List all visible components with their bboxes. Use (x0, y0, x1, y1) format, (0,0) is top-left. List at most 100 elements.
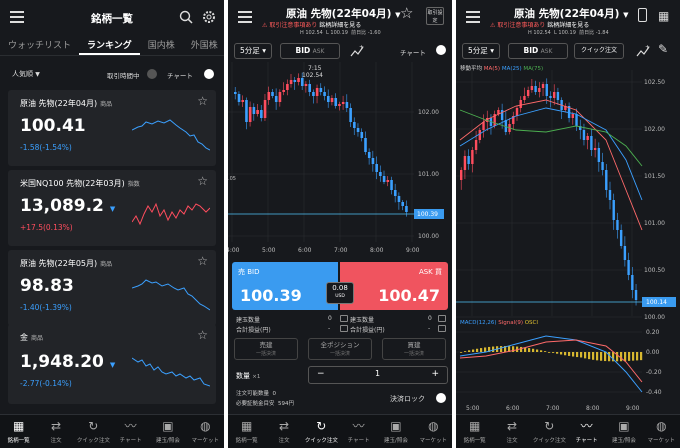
candle (367, 152, 371, 158)
sell-pnl-checkbox[interactable] (340, 325, 348, 332)
nav-quick-order[interactable]: ↻ クイック注文 (531, 415, 568, 448)
nav-watchlist[interactable]: ▦ 銘柄一覧 (456, 415, 493, 448)
last-price-label: 100.39 (417, 211, 438, 218)
y-tick-label: 101.00 (644, 220, 665, 227)
nav-quick-order[interactable]: ↻ クイック注文 (75, 415, 112, 448)
instrument-price: 1,948.20 ▼ (20, 352, 116, 372)
trade-settings-button[interactable]: 取引設定 (426, 7, 444, 25)
price-chart[interactable]: 102.00 101.00 100.00 4:00 5:00 6:00 7:00 8:00 9:… (228, 62, 452, 258)
sort-filter[interactable]: 人気順 ▼ (12, 69, 40, 79)
plus-button[interactable]: + (431, 369, 439, 379)
nav-positions[interactable]: ▣ 建玉/照会 (149, 415, 186, 448)
nav-watchlist[interactable]: ▦ 銘柄一覧 (0, 415, 37, 448)
star-icon[interactable]: ☆ (197, 254, 208, 268)
nav-positions[interactable]: ▣ 建玉/照会 (377, 415, 414, 448)
instrument-change: -2.77(-0.14%) (20, 379, 72, 388)
pencil-icon[interactable]: ✎ (658, 42, 668, 56)
star-icon[interactable]: ☆ (400, 4, 413, 22)
candle (271, 92, 274, 96)
sell-button[interactable]: 売 BID 100.39 (232, 262, 338, 310)
osci-bar (544, 351, 547, 352)
nav-chart[interactable]: 〰チャート (340, 415, 377, 448)
osci-bar (568, 352, 571, 356)
svg-text:+: + (359, 44, 364, 51)
instrument-card[interactable]: 原油 先物(22年04月) 商品 ☆ 100.41 -1.58(-1.54%) (8, 90, 216, 166)
osci-bar (548, 352, 551, 353)
buy-checkbox[interactable] (438, 315, 446, 322)
bid-ask-switch[interactable]: BID ASK (508, 43, 568, 59)
nav-order[interactable]: ⇄ 注文 (493, 415, 530, 448)
close-buy-button[interactable]: 買建 一括決済 (382, 338, 446, 360)
macd-line (459, 335, 643, 393)
nav-market[interactable]: ◍ マーケット (187, 415, 224, 448)
star-icon[interactable]: ☆ (197, 328, 208, 342)
star-icon[interactable]: ☆ (197, 94, 208, 108)
sell-checkbox[interactable] (340, 315, 348, 322)
buy-pnl-checkbox[interactable] (438, 325, 446, 332)
instrument-card[interactable]: 原油 先物(22年05月) 商品 ☆ 98.83 -1.40(-1.39%) (8, 250, 216, 326)
tab-ranking[interactable]: ランキング (79, 36, 140, 55)
close-all-button[interactable]: 全ポジション 一括決済 (308, 338, 372, 360)
caret-down-icon: ▼ (109, 361, 116, 369)
caution-notice[interactable]: ⚠ 取引注意事項あり 銘柄詳細を見る (490, 20, 589, 29)
osci-bar (484, 347, 487, 352)
menu-icon[interactable] (238, 11, 252, 23)
indicator-icon[interactable]: + (350, 44, 364, 58)
nav-order[interactable]: ⇄ 注文 (37, 415, 74, 448)
instrument-card[interactable]: 金商品 ☆ 1,948.20 ▼ -2.77(-0.14%) (8, 324, 216, 404)
trading-hours-toggle[interactable] (147, 69, 157, 79)
nav-order[interactable]: ⇄ 注文 (265, 415, 302, 448)
quick-icon: ↻ (88, 419, 99, 433)
tab-foreign[interactable]: 外国株 (183, 36, 224, 55)
osci-bar (628, 352, 631, 361)
quantity-stepper[interactable]: − 1 + (308, 366, 448, 384)
buy-button[interactable]: ASK 買 100.47 (340, 262, 448, 310)
instrument-card[interactable]: 米国NQ100 先物(22年03月) 指数 ☆ 13,089.2 ▼ +17.5(… (8, 170, 216, 246)
globe-icon: ◍ (200, 419, 211, 433)
tab-watchlist[interactable]: ウォッチリスト (0, 36, 79, 55)
timeframe-select[interactable]: 5分足 ▾ (462, 43, 500, 59)
close-lock-toggle[interactable] (436, 393, 446, 403)
y-tick-label: 100.00 (418, 233, 439, 240)
macd-chart[interactable]: 0.20 0.00 -0.20 -0.40 5:00 6:00 7:00 8:00 9:00 (456, 326, 680, 414)
star-icon[interactable]: ☆ (197, 174, 208, 188)
x-tick-label: 8:00 (370, 247, 384, 254)
gear-icon[interactable] (202, 10, 216, 24)
search-icon[interactable] (179, 10, 193, 24)
candle (345, 102, 349, 108)
nav-watchlist[interactable]: ▦ 銘柄一覧 (228, 415, 265, 448)
minus-button[interactable]: − (317, 369, 325, 379)
price-chart[interactable]: 102.50 102.00 101.50 101.00 100.50 100.00 100.… (456, 70, 680, 320)
nav-quick-order[interactable]: ↻ クイック注文 (303, 415, 340, 448)
layout-icon[interactable] (638, 8, 647, 22)
candle (371, 158, 375, 164)
close-sell-button[interactable]: 売建 一括決済 (234, 338, 298, 360)
required-margin: 必要証拠金目安 594円 (236, 401, 295, 407)
nav-positions[interactable]: ▣ 建玉/照会 (605, 415, 642, 448)
instrument-title[interactable]: 原油 先物(22年04月) ▼ (514, 6, 629, 21)
osci-bar (592, 352, 595, 360)
tab-domestic[interactable]: 国内株 (140, 36, 183, 55)
instrument-title[interactable]: 原油 先物(22年04月) ▼ (286, 6, 401, 21)
nav-market[interactable]: ◍ マーケット (415, 415, 452, 448)
grid-view-icon[interactable]: ▦ (658, 9, 669, 23)
candle (549, 96, 552, 98)
candle (293, 80, 297, 82)
timeframe-select[interactable]: 5分足 ▾ (234, 43, 272, 59)
nav-market[interactable]: ◍ マーケット (643, 415, 680, 448)
nav-chart[interactable]: 〰チャート (112, 415, 149, 448)
candle (375, 164, 378, 172)
chart-toggle[interactable] (204, 69, 214, 79)
candle (382, 176, 386, 182)
caution-notice[interactable]: ⚠ 取引注意事項あり 銘柄詳細を見る (262, 20, 361, 29)
x-tick-label: 7:00 (546, 405, 560, 412)
indicator-icon[interactable]: + (636, 44, 650, 58)
quick-order-button[interactable]: クイック注文 (574, 43, 624, 59)
menu-icon[interactable] (466, 11, 480, 23)
instrument-price: 13,089.2 ▼ (20, 196, 116, 216)
candle (612, 200, 615, 220)
nav-chart[interactable]: 〰チャート (568, 415, 605, 448)
candle (278, 92, 282, 102)
chart-toggle[interactable] (436, 45, 446, 55)
bid-ask-switch[interactable]: BID ASK (280, 43, 340, 59)
